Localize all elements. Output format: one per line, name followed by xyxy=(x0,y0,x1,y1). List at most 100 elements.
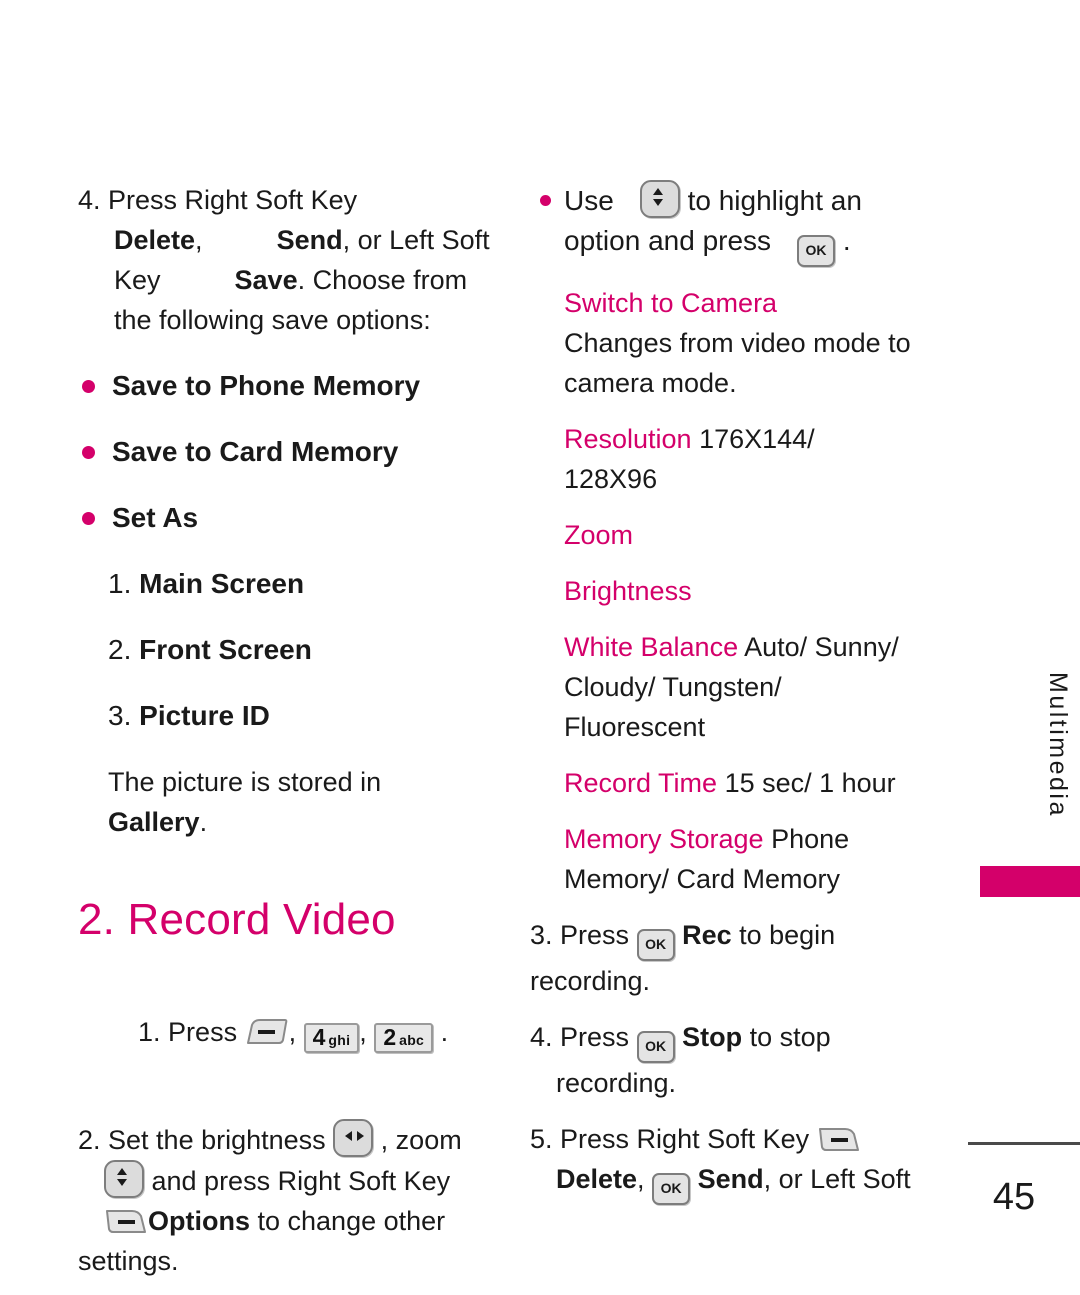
step-2-text-b: , zoom xyxy=(373,1125,462,1155)
option-name-text: Record Time xyxy=(564,768,718,798)
option-memory-storage: Memory Storage Phone Memory/ Card Memory xyxy=(530,819,960,899)
step-4-number: 4. xyxy=(78,185,101,215)
press-word: Press Right Soft Key xyxy=(552,1124,817,1154)
record-step-5-line-2: Delete, OK Send, or Left Soft xyxy=(530,1159,960,1205)
record-step-2-line-2: and press Right Soft Key xyxy=(78,1160,498,1201)
option-description-line: Cloudy/ Tungsten/ xyxy=(564,672,782,702)
ok-key-icon: OK xyxy=(797,235,836,267)
right-soft-key-icon xyxy=(817,1124,861,1154)
side-tab-marker xyxy=(980,866,1080,897)
record-step-5-line-1: 5. Press Right Soft Key xyxy=(530,1119,960,1159)
use-bullet-line-2: option and press OK . xyxy=(564,221,960,267)
option-description-line: Fluorescent xyxy=(564,712,706,742)
record-step-4-line-2: recording. xyxy=(556,1068,677,1098)
comma: , xyxy=(637,1164,653,1194)
option-name: Switch to Camera xyxy=(564,283,960,323)
side-tab-label: Multimedia xyxy=(1044,672,1072,818)
options-label: Options xyxy=(148,1206,250,1236)
item-label: Picture ID xyxy=(139,700,270,731)
right-soft-key-icon xyxy=(104,1206,148,1236)
period-text: . xyxy=(842,225,851,256)
use-bullet-line-1: Use to highlight an xyxy=(564,180,960,221)
stop-label: Stop xyxy=(682,1022,743,1052)
period: . xyxy=(199,807,208,837)
gallery-label: Gallery xyxy=(108,807,200,837)
period: . xyxy=(433,1017,449,1047)
step-4-line-3: Key Save. Choose from xyxy=(78,260,498,300)
item-number: 2. xyxy=(108,634,132,665)
record-step-1-line: 1. Press , 4 ghi, 2 abc . xyxy=(78,972,498,1093)
option-description-line: Memory/ Card Memory xyxy=(564,864,841,894)
step-4-line-2-rest: , or Left Soft xyxy=(342,225,490,255)
record-step-1: 1. Press , 4 ghi, 2 abc . xyxy=(78,972,498,1093)
bullet-dot-icon xyxy=(82,512,95,525)
key-letters: abc xyxy=(399,1032,425,1048)
option-description-line: camera mode. xyxy=(564,368,737,398)
send-label: Send xyxy=(697,1164,764,1194)
option-value: Phone xyxy=(763,824,850,854)
option-name: Memory Storage Phone xyxy=(564,819,960,859)
item-label: Front Screen xyxy=(139,634,312,665)
option-name-text: Memory Storage xyxy=(564,824,764,854)
press-word: Press xyxy=(552,1022,637,1052)
up-down-navigation-key-icon xyxy=(104,1160,144,1198)
right-column: Use to highlight an option and press OK .… xyxy=(530,180,960,1205)
set-as-item-picture-id: 3. Picture ID xyxy=(78,696,498,736)
option-zoom: Zoom xyxy=(530,515,960,555)
step-5-rest: , or Left Soft xyxy=(763,1164,911,1194)
option-name-text: Switch to Camera xyxy=(564,288,778,318)
save-option-phone-memory: Save to Phone Memory xyxy=(78,366,498,406)
option-name-text: Zoom xyxy=(564,520,634,550)
comma-1: , xyxy=(195,225,203,255)
step-4-line-2: Delete, Send, or Left Soft xyxy=(78,220,498,260)
page-number: 45 xyxy=(992,1176,1036,1218)
save-option-label: Set As xyxy=(112,502,199,533)
rec-label: Rec xyxy=(682,920,732,950)
keypad-key-4-icon: 4 ghi xyxy=(303,1023,360,1053)
save-option-label: Save to Card Memory xyxy=(112,436,399,467)
record-step-2: 2. Set the brightness , zoom and press R… xyxy=(78,1119,498,1281)
press-word: Press xyxy=(160,1017,245,1047)
step-4-line-3-rest: . Choose from xyxy=(297,265,468,295)
record-step-2-line-1: 2. Set the brightness , zoom xyxy=(78,1119,498,1160)
step-3-rest: to begin xyxy=(731,920,836,950)
option-name-text: White Balance xyxy=(564,632,739,662)
record-step-3: 3. Press OK Rec to begin recording. xyxy=(530,915,960,1001)
save-option-label: Save to Phone Memory xyxy=(112,370,421,401)
record-step-3-line-2: recording. xyxy=(530,966,651,996)
key-word: Key xyxy=(114,265,161,295)
option-switch-to-camera: Switch to Camera Changes from video mode… xyxy=(530,283,960,403)
option-name: Record Time 15 sec/ 1 hour xyxy=(564,763,960,803)
option-description-line: Changes from video mode to xyxy=(564,328,911,358)
step-2-text-a: Set the brightness xyxy=(100,1125,334,1155)
left-column: 4. Press Right Soft Key Delete, Send, or … xyxy=(78,180,498,1281)
bullet-dot-icon xyxy=(82,380,95,393)
option-white-balance: White Balance Auto/ Sunny/ Cloudy/ Tungs… xyxy=(530,627,960,747)
record-step-4-line-1: 4. Press OK Stop to stop xyxy=(530,1017,960,1063)
left-right-navigation-key-icon xyxy=(333,1119,374,1157)
comma: , xyxy=(359,1017,375,1047)
step-number: 5. xyxy=(530,1124,553,1154)
step-number: 2. xyxy=(78,1125,101,1155)
step-4-line-1: 4. Press Right Soft Key xyxy=(78,180,498,220)
key-letters: ghi xyxy=(328,1032,351,1048)
option-name-text: Brightness xyxy=(564,576,692,606)
option-record-time: Record Time 15 sec/ 1 hour xyxy=(530,763,960,803)
use-word: Use xyxy=(564,185,614,216)
step-4-block: 4. Press Right Soft Key Delete, Send, or … xyxy=(78,180,498,340)
set-as-item-front-screen: 2. Front Screen xyxy=(78,630,498,670)
save-option-set-as: Set As xyxy=(78,498,498,538)
option-resolution: Resolution 176X144/ 128X96 xyxy=(530,419,960,499)
stored-note: The picture is stored in Gallery. xyxy=(78,762,498,842)
step-number: 1. xyxy=(138,1017,161,1047)
option-value: 15 sec/ 1 hour xyxy=(717,768,896,798)
option-and-press-text: option and press xyxy=(564,225,772,256)
save-option-card-memory: Save to Card Memory xyxy=(78,432,498,472)
step-4-line-4: the following save options: xyxy=(114,305,431,335)
stored-note-line-2: Gallery. xyxy=(108,802,498,842)
record-step-4: 4. Press OK Stop to stop recording. xyxy=(530,1017,960,1103)
step-2-text-d: to change other xyxy=(250,1206,446,1236)
stored-note-line-1: The picture is stored in xyxy=(108,767,382,797)
